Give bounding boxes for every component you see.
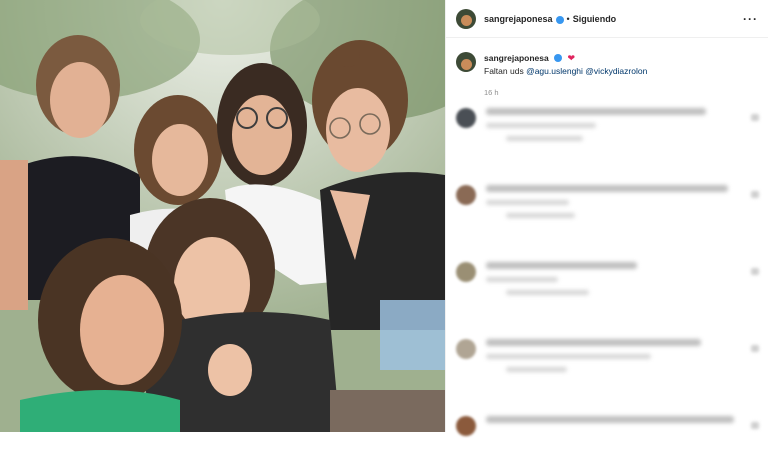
comment-text-blurred — [486, 108, 761, 149]
mention-link[interactable]: @vickydiazrolon — [585, 66, 647, 76]
heart-emoji-icon: ❤ — [567, 53, 576, 63]
like-comment-icon[interactable] — [751, 422, 759, 429]
username-link[interactable]: sangrejaponesa — [484, 14, 553, 24]
comment-avatar[interactable] — [456, 416, 476, 436]
group-photo — [0, 0, 445, 432]
comment-text-blurred — [486, 416, 761, 436]
verified-badge-icon — [554, 54, 563, 62]
like-comment-icon[interactable] — [751, 114, 759, 121]
following-button[interactable]: Siguiendo — [573, 14, 617, 24]
post-header: sangrejaponesa • Siguiendo ··· — [446, 0, 768, 38]
comment-item — [456, 185, 761, 226]
mention-link[interactable]: @agu.uslenghi — [526, 66, 583, 76]
comment-item — [456, 108, 761, 149]
like-comment-icon[interactable] — [751, 191, 759, 198]
separator-dot: • — [566, 13, 570, 24]
comment-avatar[interactable] — [456, 108, 476, 128]
comment-text-blurred — [486, 185, 761, 226]
caption: sangrejaponesa ❤ Faltan uds @agu.uslengh… — [446, 38, 768, 99]
caption-avatar[interactable] — [456, 52, 476, 72]
post-photo[interactable] — [0, 0, 445, 432]
caption-username[interactable]: sangrejaponesa — [484, 53, 549, 63]
more-options-icon[interactable]: ··· — [743, 12, 758, 26]
like-comment-icon[interactable] — [751, 268, 759, 275]
post-panel: sangrejaponesa • Siguiendo ··· sangrejap… — [445, 0, 768, 436]
comment-item — [456, 339, 761, 380]
comment-item — [456, 262, 761, 303]
verified-badge-icon — [555, 15, 564, 24]
avatar[interactable] — [456, 8, 476, 29]
comment-list — [456, 108, 761, 472]
like-comment-icon[interactable] — [751, 345, 759, 352]
caption-text: Faltan uds — [484, 66, 524, 76]
comment-text-blurred — [486, 339, 761, 380]
comment-item — [456, 416, 761, 436]
caption-body: sangrejaponesa ❤ Faltan uds @agu.uslengh… — [484, 52, 647, 99]
comment-text-blurred — [486, 262, 761, 303]
post-timestamp: 16 h — [484, 88, 499, 97]
comment-avatar[interactable] — [456, 262, 476, 282]
comment-avatar[interactable] — [456, 185, 476, 205]
comment-avatar[interactable] — [456, 339, 476, 359]
